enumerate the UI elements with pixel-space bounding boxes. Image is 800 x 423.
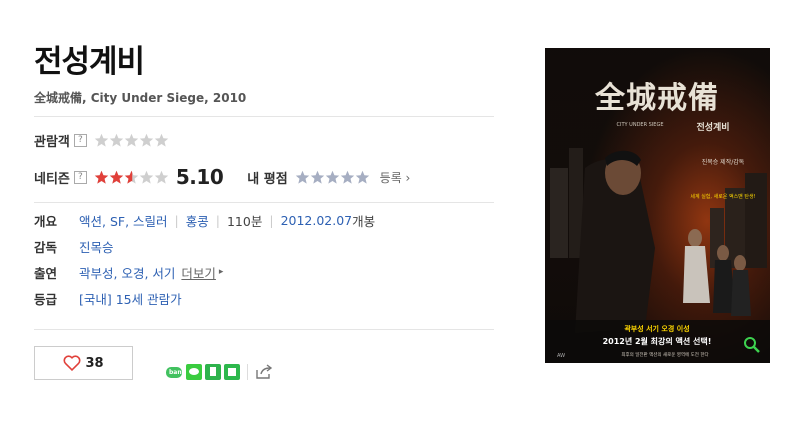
audience-stars bbox=[94, 133, 169, 148]
share-out-icon[interactable] bbox=[255, 364, 273, 380]
poster-en-title: CITY UNDER SIEGE bbox=[617, 122, 664, 128]
line-icon[interactable] bbox=[186, 364, 202, 380]
poster-title-ko: 전성계비 bbox=[696, 121, 729, 133]
separator: | bbox=[174, 212, 179, 228]
overview-row: 개요 액션, SF, 스릴러 | 홍콩 | 110분 | 2012.02.07 … bbox=[34, 210, 375, 230]
poster-image: 全城戒備 CITY UNDER SIEGE 전성계비 진목승 제작/감독 세계 … bbox=[545, 48, 770, 363]
share-bar: band bbox=[166, 363, 273, 381]
star-icon bbox=[139, 133, 154, 147]
heart-icon bbox=[63, 355, 81, 371]
like-button[interactable]: 38 bbox=[34, 346, 133, 380]
netizen-help-icon[interactable]: ? bbox=[73, 170, 87, 184]
runtime: 110분 bbox=[226, 213, 263, 229]
star-icon bbox=[109, 133, 124, 147]
star-icon[interactable] bbox=[355, 170, 370, 185]
movie-subtitle: 全城戒備, City Under Siege, 2010 bbox=[34, 91, 247, 105]
genre-link[interactable]: 액션, SF, 스릴러 bbox=[79, 211, 168, 230]
poster-brand: AW bbox=[557, 353, 565, 359]
star-icon[interactable] bbox=[295, 170, 310, 185]
netizen-stars bbox=[94, 170, 169, 185]
poster-tagline: 세계 실험, 새로운 액스맨 탄생! bbox=[690, 193, 755, 200]
register-rating-link[interactable]: 등록 › bbox=[380, 169, 411, 186]
poster-release: 2012년 2월 최강의 액션 선택! bbox=[603, 336, 712, 346]
director-row: 감독 진목승 bbox=[34, 236, 114, 256]
chevron-right-icon: ▸ bbox=[218, 267, 224, 277]
star-icon[interactable] bbox=[340, 170, 355, 185]
star-icon bbox=[154, 170, 169, 184]
green-share-icon[interactable] bbox=[224, 364, 240, 380]
separator: | bbox=[215, 212, 220, 228]
cast-row: 출연 곽부성, 오경, 서기 더보기 ▸ bbox=[34, 262, 223, 282]
poster-cast: 곽부성 서기 오경 이성 bbox=[624, 324, 689, 333]
star-icon[interactable] bbox=[325, 170, 340, 185]
star-icon bbox=[124, 170, 139, 184]
movie-poster[interactable]: 全城戒備 CITY UNDER SIEGE 전성계비 진목승 제작/감독 세계 … bbox=[545, 48, 770, 363]
netizen-score: 5.10 bbox=[175, 165, 224, 189]
director-link[interactable]: 진목승 bbox=[79, 237, 114, 256]
star-icon bbox=[109, 170, 124, 184]
divider-top bbox=[34, 116, 494, 117]
cast-label: 출연 bbox=[34, 265, 58, 281]
release-suffix: 개봉 bbox=[352, 213, 376, 229]
cast-link[interactable]: 곽부성, 오경, 서기 bbox=[79, 263, 175, 282]
release-date-link[interactable]: 2012.02.07 bbox=[281, 213, 353, 228]
country-link[interactable]: 홍콩 bbox=[186, 211, 209, 230]
bookmark-icon[interactable] bbox=[205, 364, 221, 380]
star-icon[interactable] bbox=[310, 170, 325, 185]
movie-title: 전성계비 bbox=[34, 44, 145, 80]
separator: | bbox=[269, 212, 274, 228]
my-rating-label: 내 평점 bbox=[247, 171, 288, 187]
audience-help-icon[interactable]: ? bbox=[73, 133, 87, 147]
poster-title-art: 全城戒備 bbox=[594, 81, 719, 116]
poster-director: 진목승 제작/감독 bbox=[702, 158, 745, 166]
cast-more-link[interactable]: 더보기 bbox=[181, 263, 216, 282]
netizen-label: 네티즌 bbox=[34, 171, 70, 187]
star-icon bbox=[94, 170, 109, 184]
band-icon[interactable]: band bbox=[166, 366, 186, 378]
divider-bottom bbox=[34, 329, 494, 330]
audience-label: 관람객 bbox=[34, 134, 70, 150]
my-rating-stars[interactable] bbox=[295, 170, 370, 185]
divider-mid bbox=[34, 202, 494, 203]
poster-bottom-line: 최후의 일전판 액션의 새로운 영역에 도전 한다 bbox=[621, 351, 709, 358]
star-icon bbox=[94, 133, 109, 147]
grade-link[interactable]: [국내] 15세 관람가 bbox=[79, 289, 182, 308]
grade-row: 등급 [국내] 15세 관람가 bbox=[34, 288, 182, 308]
star-icon bbox=[139, 170, 154, 184]
director-label: 감독 bbox=[34, 239, 58, 255]
grade-label: 등급 bbox=[34, 291, 58, 307]
audience-rating-row: 관람객 ? bbox=[34, 128, 169, 152]
star-icon bbox=[154, 133, 169, 147]
overview-label: 개요 bbox=[34, 213, 58, 229]
divider bbox=[247, 364, 248, 380]
star-icon bbox=[124, 133, 139, 147]
like-count: 38 bbox=[85, 355, 104, 371]
netizen-rating-row: 네티즌 ? 5.10 내 평점 등록 › bbox=[34, 165, 410, 189]
